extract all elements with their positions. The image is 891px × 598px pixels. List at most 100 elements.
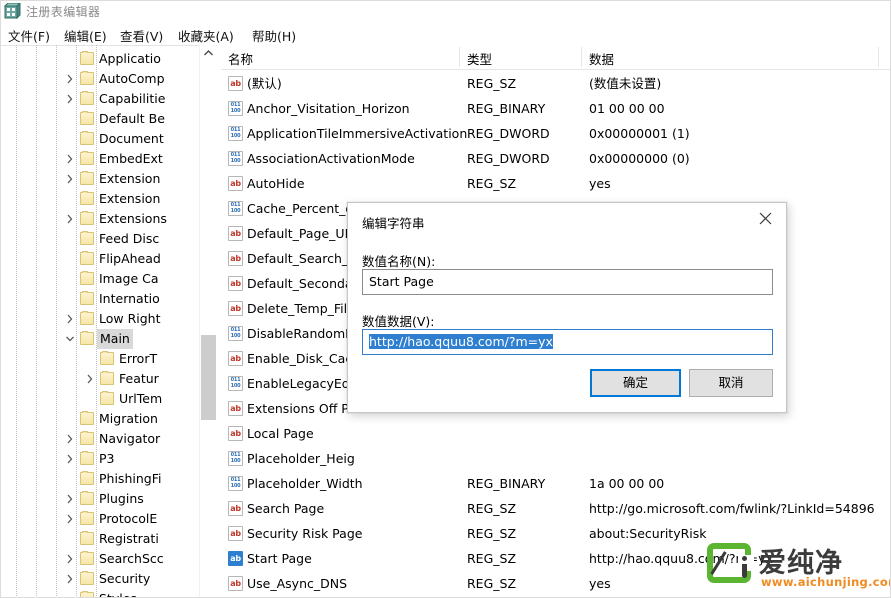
tree-indent-guide bbox=[36, 45, 37, 598]
column-divider[interactable] bbox=[878, 47, 879, 67]
tree-item-label: Navigator bbox=[99, 429, 160, 449]
title-bar: 注册表编辑器 bbox=[0, 0, 891, 23]
cancel-button[interactable]: 取消 bbox=[689, 369, 773, 397]
table-row[interactable]: 011100AssociationActivationModeREG_DWORD… bbox=[221, 146, 891, 171]
chevron-right-icon[interactable] bbox=[64, 549, 76, 569]
reg-binary-icon: 011100 bbox=[228, 376, 243, 391]
table-row[interactable]: ab Local Page bbox=[221, 421, 891, 446]
menu-edit[interactable]: 编辑(E) bbox=[62, 26, 109, 45]
chevron-right-icon[interactable] bbox=[64, 489, 76, 509]
tree-item-label: Extension bbox=[99, 169, 160, 189]
value-name-cell: ApplicationTileImmersiveActivation bbox=[247, 121, 467, 146]
folder-icon bbox=[80, 532, 94, 545]
chevron-right-icon[interactable] bbox=[64, 169, 76, 189]
folder-icon bbox=[80, 592, 94, 598]
chevron-down-icon[interactable] bbox=[64, 329, 76, 349]
folder-icon bbox=[100, 392, 114, 405]
tree-item-label: Default Be bbox=[99, 109, 165, 129]
table-row[interactable]: abAutoHideREG_SZyes bbox=[221, 171, 891, 196]
value-data-cell: (数值未设置) bbox=[589, 71, 661, 96]
chevron-right-icon[interactable] bbox=[64, 209, 76, 229]
tree-scrollbar[interactable] bbox=[199, 45, 216, 598]
folder-icon bbox=[80, 172, 94, 185]
folder-icon bbox=[80, 452, 94, 465]
table-row[interactable]: abSearch PageREG_SZhttp://go.microsoft.c… bbox=[221, 496, 891, 521]
reg-sz-icon-selected: ab bbox=[228, 551, 243, 566]
folder-icon bbox=[80, 432, 94, 445]
menu-view[interactable]: 查看(V) bbox=[118, 26, 165, 45]
table-row[interactable]: 011100Placeholder_WidthREG_BINARY1a 00 0… bbox=[221, 471, 891, 496]
table-row[interactable]: 011100 ApplicationTileImmersiveActivation… bbox=[221, 121, 891, 146]
chevron-right-icon[interactable] bbox=[84, 369, 96, 389]
tree-item-label: Feed Disc bbox=[99, 229, 159, 249]
tree-indent-guide bbox=[16, 45, 17, 598]
reg-sz-icon: ab bbox=[228, 276, 243, 291]
value-type-cell: REG_SZ bbox=[467, 496, 516, 521]
value-data-cell: 0x00000001 (1) bbox=[589, 121, 690, 146]
value-name-cell: (默认) bbox=[247, 71, 282, 96]
folder-icon bbox=[80, 292, 94, 305]
value-name-cell: Use_Async_DNS bbox=[247, 571, 347, 596]
chevron-right-icon[interactable] bbox=[64, 449, 76, 469]
folder-icon bbox=[80, 512, 94, 525]
folder-icon bbox=[80, 252, 94, 265]
edit-string-dialog: 编辑字符串 数值名称(N): Start Page 数值数据(V): http:… bbox=[347, 202, 787, 413]
value-data-cell: http://go.microsoft.com/fwlink/?LinkId=5… bbox=[589, 496, 875, 521]
value-data-input[interactable]: http://hao.qquu8.com/?m=yx bbox=[362, 329, 773, 355]
table-row[interactable]: 011100Placeholder_Heig bbox=[221, 446, 891, 471]
reg-binary-icon: 011100 bbox=[228, 126, 243, 141]
tree-item-label: PhishingFi bbox=[99, 469, 161, 489]
column-divider[interactable] bbox=[459, 47, 460, 67]
column-header-data[interactable]: 数据 bbox=[589, 49, 614, 68]
chevron-right-icon[interactable] bbox=[64, 509, 76, 529]
reg-binary-icon: 011100 bbox=[228, 151, 243, 166]
tree-item-label: Internatio bbox=[99, 289, 160, 309]
folder-icon bbox=[100, 372, 114, 385]
reg-sz-icon: ab bbox=[228, 426, 243, 441]
value-data-label: 数值数据(V): bbox=[362, 311, 435, 330]
folder-icon bbox=[80, 192, 94, 205]
tree-scrollbar-thumb[interactable] bbox=[201, 335, 216, 420]
value-name-cell: EnableLegacyEdg bbox=[247, 371, 358, 396]
value-type-cell: REG_BINARY bbox=[467, 96, 545, 121]
registry-editor-icon bbox=[4, 3, 21, 20]
chevron-right-icon[interactable] bbox=[64, 69, 76, 89]
scroll-up-arrow-icon[interactable] bbox=[200, 45, 217, 62]
value-name-input[interactable]: Start Page bbox=[362, 269, 773, 295]
ok-button[interactable]: 确定 bbox=[590, 369, 681, 397]
tree-indent-guide bbox=[76, 45, 77, 598]
tree-item-label: Document bbox=[99, 129, 164, 149]
tree-item-label: ErrorT bbox=[119, 349, 157, 369]
tree-item-label: Applicatio bbox=[99, 49, 161, 69]
value-name-cell: AutoHide bbox=[247, 171, 305, 196]
tree-item-label: FlipAhead bbox=[99, 249, 161, 269]
table-row[interactable]: 011100Anchor_Visitation_HorizonREG_BINAR… bbox=[221, 96, 891, 121]
value-name-cell: DisableRandomFl bbox=[247, 321, 356, 346]
column-divider[interactable] bbox=[581, 47, 582, 67]
tree-item-label: ProtocolE bbox=[99, 509, 157, 529]
tree-item-label: Main bbox=[97, 329, 133, 349]
tree-item-label: Extension bbox=[99, 189, 160, 209]
menu-help[interactable]: 帮助(H) bbox=[250, 26, 298, 45]
value-data-cell: 01 00 00 00 bbox=[589, 96, 665, 121]
column-header-name[interactable]: 名称 bbox=[228, 49, 253, 68]
close-icon[interactable] bbox=[744, 203, 786, 233]
chevron-right-icon[interactable] bbox=[64, 309, 76, 329]
value-name-cell: Default_Page_URL bbox=[247, 221, 360, 246]
folder-icon bbox=[80, 72, 94, 85]
chevron-right-icon[interactable] bbox=[64, 569, 76, 589]
table-row[interactable]: ab(默认)REG_SZ(数值未设置) bbox=[221, 71, 891, 96]
reg-binary-icon: 011100 bbox=[228, 326, 243, 341]
reg-sz-icon: ab bbox=[228, 76, 243, 91]
reg-sz-icon: ab bbox=[228, 251, 243, 266]
chevron-right-icon[interactable] bbox=[64, 429, 76, 449]
value-data-selected-text: http://hao.qquu8.com/?m=yx bbox=[369, 334, 553, 349]
chevron-right-icon[interactable] bbox=[64, 89, 76, 109]
menu-favorites[interactable]: 收藏夹(A) bbox=[176, 26, 236, 45]
column-header-type[interactable]: 类型 bbox=[467, 49, 492, 68]
tree-item-label: Capabilitie bbox=[99, 89, 165, 109]
menu-file[interactable]: 文件(F) bbox=[6, 26, 52, 45]
chevron-right-icon[interactable] bbox=[64, 149, 76, 169]
value-name-cell: Local Page bbox=[247, 421, 314, 446]
registry-tree[interactable]: ApplicatioAutoCompCapabilitieDefault BeD… bbox=[0, 46, 217, 598]
